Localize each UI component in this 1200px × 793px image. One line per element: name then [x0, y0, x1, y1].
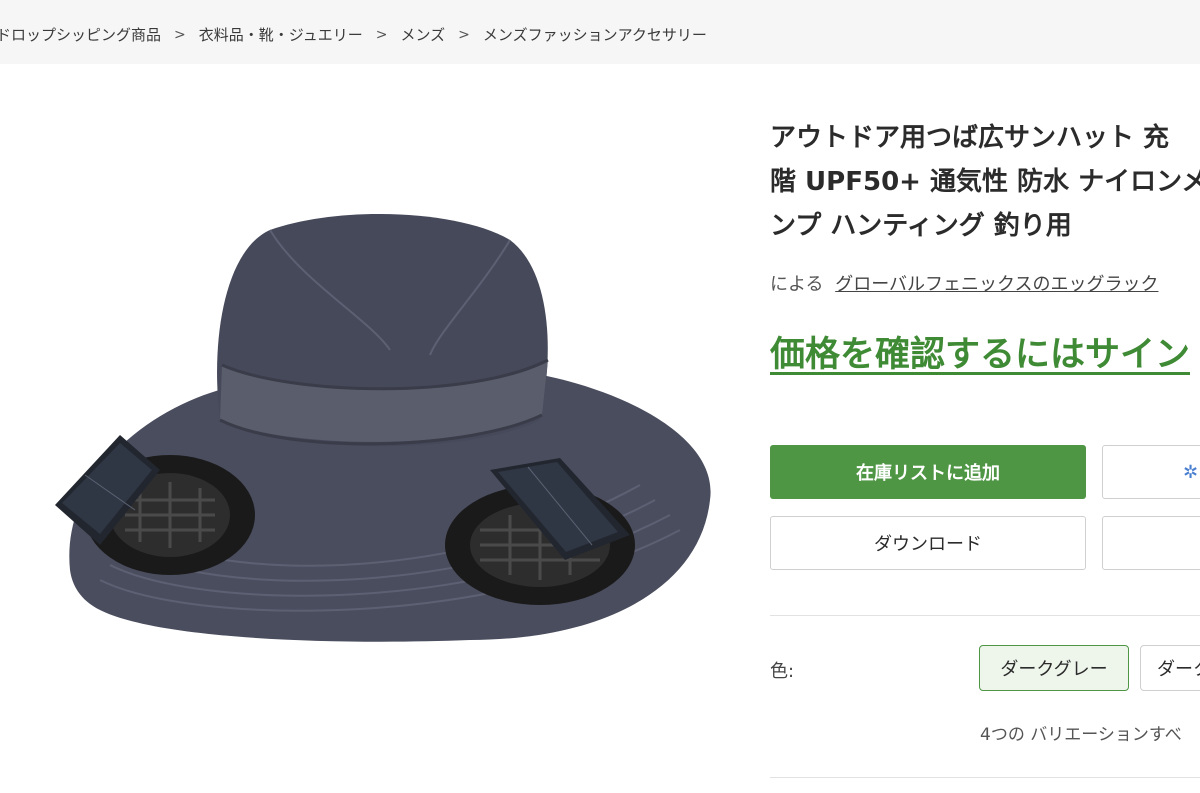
sparkle-icon: ✲	[1183, 461, 1199, 483]
breadcrumb: ドロップシッピング商品 > 衣料品・靴・ジュエリー > メンズ > メンズファッ…	[0, 24, 707, 45]
seller-byline: による グローバルフェニックスのエッグラック	[770, 270, 1158, 296]
fan-hat-image	[55, 213, 711, 642]
breadcrumb-item-mens[interactable]: メンズ	[400, 24, 445, 45]
product-title: アウトドア用つば広サンハット 充 階 UPF50+ 通気性 防水 ナイロンメ ン…	[770, 116, 1200, 248]
by-label: による	[770, 274, 824, 295]
breadcrumb-item-mens-accessories[interactable]: メンズファッションアクセサリー	[483, 24, 707, 45]
price-signin-link[interactable]: 価格を確認するにはサイン	[770, 326, 1190, 377]
product-image[interactable]	[40, 170, 730, 670]
sparkle-action-button[interactable]: ✲	[1102, 445, 1200, 499]
product-title-line: アウトドア用つば広サンハット 充	[770, 123, 1170, 153]
divider	[770, 777, 1200, 778]
breadcrumb-separator: >	[174, 26, 186, 43]
breadcrumb-separator: >	[375, 26, 388, 43]
breadcrumb-item-apparel[interactable]: 衣料品・靴・ジュエリー	[199, 24, 363, 45]
product-page: ドロップシッピング商品 > 衣料品・靴・ジュエリー > メンズ > メンズファッ…	[0, 0, 1200, 793]
product-title-line: 階 UPF50+ 通気性 防水 ナイロンメ	[770, 167, 1200, 197]
seller-link[interactable]: グローバルフェニックスのエッグラック	[835, 274, 1158, 295]
secondary-action-button[interactable]	[1102, 516, 1200, 570]
divider	[770, 615, 1200, 616]
color-label: 色:	[770, 661, 795, 682]
variations-text[interactable]: 4つの バリエーションすべ	[980, 720, 1182, 745]
breadcrumb-bar: ドロップシッピング商品 > 衣料品・靴・ジュエリー > メンズ > メンズファッ…	[0, 0, 1200, 64]
breadcrumb-separator: >	[458, 26, 470, 43]
download-button[interactable]: ダウンロード	[770, 516, 1086, 570]
add-to-inventory-button[interactable]: 在庫リストに追加	[770, 445, 1086, 499]
color-option-dark[interactable]: ダーク	[1140, 645, 1200, 691]
color-option-dark-gray[interactable]: ダークグレー	[979, 645, 1129, 691]
breadcrumb-item-dropshipping[interactable]: ドロップシッピング商品	[0, 24, 161, 45]
product-title-line: ンプ ハンティング 釣り用	[770, 211, 1072, 241]
